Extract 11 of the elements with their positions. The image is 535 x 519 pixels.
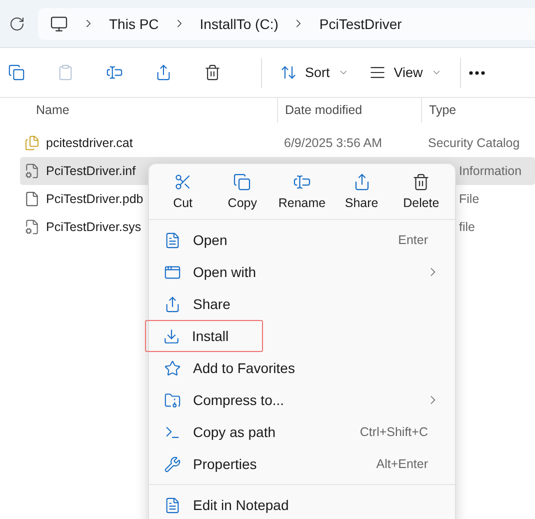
shortcut-text: Enter — [398, 233, 428, 247]
file-name: pcitestdriver.cat — [46, 136, 133, 150]
file-type: Information — [458, 164, 523, 178]
shortcut-text: Alt+Enter — [376, 457, 428, 471]
shortcut-text: Ctrl+Shift+C — [360, 425, 428, 439]
file-name: PciTestDriver.inf — [46, 164, 136, 178]
file-name: PciTestDriver.pdb — [46, 192, 144, 206]
file-type: file — [458, 220, 476, 234]
file-name: PciTestDriver.sys — [46, 220, 142, 234]
date-modified: 6/9/2025 3:56 AM — [283, 136, 383, 150]
file-type: Security Catalog — [427, 136, 521, 150]
